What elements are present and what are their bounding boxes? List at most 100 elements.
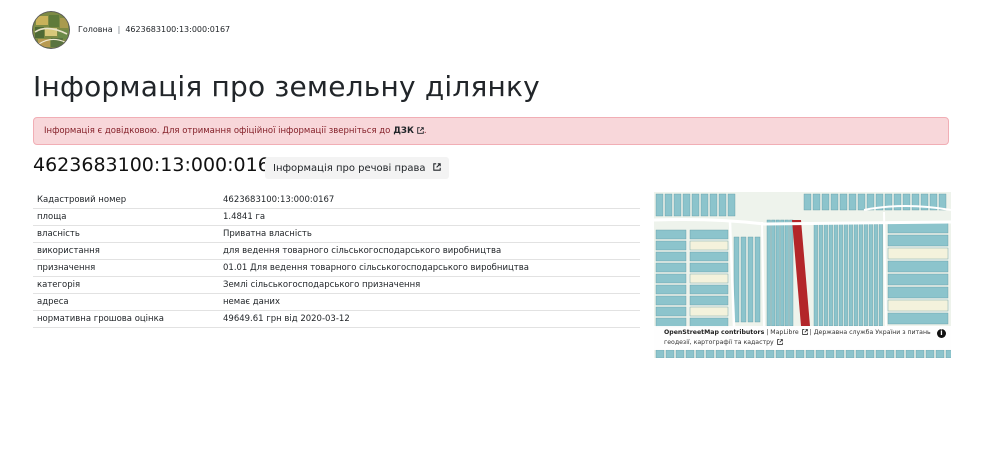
- parcel-strip: [887, 312, 949, 325]
- parcel-strip: [902, 193, 911, 211]
- parcel-strip: [887, 299, 949, 312]
- parcel-strip: [887, 286, 949, 299]
- parcel-strip: [858, 223, 863, 327]
- parcel-strip: [655, 193, 664, 217]
- parcel-strip: [700, 193, 709, 217]
- parcel-strip: [655, 295, 687, 306]
- parcel-strip: [805, 349, 815, 358]
- parcel-strip: [745, 349, 755, 358]
- parcel-strip: [911, 193, 920, 211]
- table-row: адреса немає даних: [33, 293, 640, 311]
- parcel-strip: [766, 219, 771, 327]
- parcel-strip: [727, 193, 736, 217]
- parcel-strip: [765, 349, 775, 358]
- parcel-strip: [733, 236, 740, 323]
- parcel-strip: [789, 219, 794, 327]
- breadcrumb-separator: |: [117, 25, 121, 34]
- property-rights-button-label: Інформація про речові права: [273, 162, 426, 174]
- row-value: для ведення товарного сільськогосподарсь…: [219, 242, 640, 260]
- row-key: використання: [33, 242, 219, 260]
- parcel-strip: [675, 349, 685, 358]
- parcel-strip: [785, 349, 795, 358]
- parcel-strip: [848, 193, 857, 211]
- parcel-strip: [935, 349, 945, 358]
- attribution-separator: |: [766, 329, 769, 336]
- dzk-link[interactable]: ДЗК: [393, 126, 424, 137]
- parcel-strip: [795, 349, 805, 358]
- parcel-strip: [655, 349, 665, 358]
- parcel-strip: [709, 193, 718, 217]
- parcel-strip: [655, 306, 687, 317]
- parcel-strip: [887, 273, 949, 286]
- parcel-strip: [818, 223, 823, 327]
- parcel-strip: [821, 193, 830, 211]
- parcel-strip: [689, 295, 729, 306]
- table-row: використання для ведення товарного сільсь…: [33, 242, 640, 260]
- parcel-strip: [843, 223, 848, 327]
- parcel-strip: [689, 306, 729, 317]
- external-link-icon: [417, 126, 424, 137]
- parcel-strip: [689, 262, 729, 273]
- parcel-strip: [833, 223, 838, 327]
- parcel-strip: [893, 193, 902, 211]
- parcel-strip: [839, 193, 848, 211]
- breadcrumb-current: 4623683100:13:000:0167: [125, 25, 231, 34]
- parcel-strip: [735, 349, 745, 358]
- parcel-strip: [689, 240, 729, 251]
- map-attribution: OpenStreetMap contributors | MapLibre | …: [654, 326, 951, 350]
- parcel-strip: [655, 240, 687, 251]
- parcel-strip: [689, 251, 729, 262]
- osm-attribution-link[interactable]: OpenStreetMap contributors: [664, 329, 764, 336]
- parcel-map[interactable]: OpenStreetMap contributors | MapLibre | …: [654, 192, 951, 358]
- parcel-strip: [925, 349, 935, 358]
- table-row: власність Приватна власність: [33, 225, 640, 243]
- parcel-strip: [673, 193, 682, 217]
- breadcrumb: Головна | 4623683100:13:000:0167: [78, 25, 230, 34]
- external-link-icon: [776, 339, 783, 345]
- parcel-strip: [775, 219, 780, 327]
- row-key: власність: [33, 225, 219, 243]
- parcel-strip: [803, 193, 812, 211]
- parcel-strip: [915, 349, 925, 358]
- row-key: призначення: [33, 259, 219, 277]
- info-icon[interactable]: i: [937, 329, 946, 338]
- parcel-strip: [875, 349, 885, 358]
- info-alert: Інформація є довідковою. Для отримання о…: [33, 117, 949, 145]
- parcel-strip: [682, 193, 691, 217]
- maplibre-attribution-link[interactable]: MapLibre: [770, 329, 798, 336]
- parcel-strip: [664, 193, 673, 217]
- parcel-strip: [655, 262, 687, 273]
- parcel-strip: [887, 247, 949, 260]
- parcel-strip: [685, 349, 695, 358]
- parcel-strip: [689, 284, 729, 295]
- page-title: Інформація про земельну ділянку: [33, 70, 540, 103]
- property-rights-button[interactable]: Інформація про речові права: [265, 157, 449, 179]
- parcel-strip: [689, 273, 729, 284]
- row-value: 4623683100:13:000:0167: [219, 192, 640, 209]
- table-row: площа 1.4841 га: [33, 208, 640, 226]
- row-value: немає даних: [219, 293, 640, 311]
- parcel-strip: [813, 223, 818, 327]
- parcel-strip: [848, 223, 853, 327]
- parcel-strip: [845, 349, 855, 358]
- parcel-strip: [775, 349, 785, 358]
- parcel-strip: [885, 349, 895, 358]
- parcel-strip: [655, 229, 687, 240]
- parcel-strip: [857, 193, 866, 211]
- row-key: нормативна грошова оцінка: [33, 310, 219, 328]
- parcel-strip: [887, 260, 949, 273]
- parcel-strip: [755, 349, 765, 358]
- parcel-strip: [838, 223, 843, 327]
- site-logo[interactable]: [33, 12, 69, 48]
- row-key: адреса: [33, 293, 219, 311]
- parcel-strip: [771, 219, 776, 327]
- parcel-strip: [828, 223, 833, 327]
- parcel-strip: [740, 236, 747, 323]
- breadcrumb-home-link[interactable]: Головна: [78, 25, 113, 34]
- row-value: 49649.61 грн від 2020-03-12: [219, 310, 640, 328]
- attribution-separator: |: [809, 329, 812, 336]
- parcel-strip: [695, 349, 705, 358]
- parcel-strip: [655, 284, 687, 295]
- parcel-strip: [747, 236, 754, 323]
- parcel-strip: [725, 349, 735, 358]
